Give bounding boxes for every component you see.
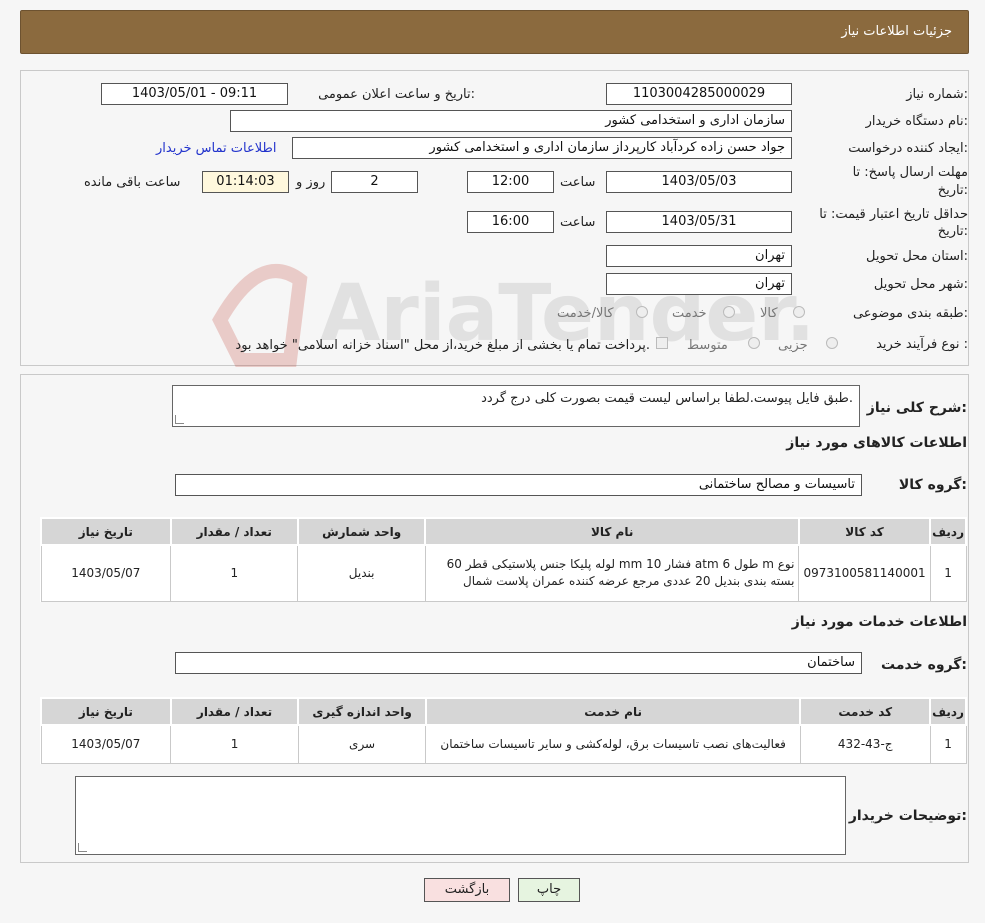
goods-col-row: ردیف [929, 517, 967, 546]
reply-deadline-label: مهلت ارسال پاسخ: تا [852, 165, 968, 180]
page-header: جزئیات اطلاعات نیاز [20, 10, 969, 54]
goods-group-field: تاسیسات و مصالح ساختمانی [175, 474, 862, 496]
validity-date-field: 1403/05/31 [606, 211, 792, 233]
services-group-field: ساختمان [175, 652, 862, 674]
treasury-checkbox[interactable] [656, 337, 668, 349]
goods-col-date: تاریخ نیاز [40, 517, 172, 546]
buyer-org-label: نام دستگاه خریدار: [865, 114, 968, 129]
services-col-name: نام خدمت [424, 697, 802, 726]
creator-label: ایجاد کننده درخواست: [848, 141, 968, 156]
purchase-option-minor: جزیی [778, 338, 808, 353]
description-text: طبق فایل پیوست.لطفا براساس لیست قیمت بصو… [481, 391, 853, 406]
table-row: 1403/05/07 1 سری فعالیت‌های نصب تاسیسات … [40, 724, 967, 764]
services-col-date: تاریخ نیاز [40, 697, 172, 726]
validity-time-field: 16:00 [467, 211, 554, 233]
purchase-option-medium: متوسط [687, 338, 728, 353]
category-option-goods-service: کالا/خدمت [557, 306, 614, 321]
buyer-contact-link[interactable]: اطلاعات تماس خریدار [156, 141, 276, 156]
services-col-unit: واحد اندازه گیری [297, 697, 427, 726]
province-field: تهران [606, 245, 792, 267]
days-label: روز و [296, 175, 326, 190]
goods-table: تاریخ نیاز تعداد / مقدار واحد شمارش نام … [40, 517, 967, 602]
need-number-label: شماره نیاز: [906, 87, 968, 102]
goods-row-cell: 1 [929, 544, 967, 602]
print-button[interactable]: چاپ [518, 878, 580, 902]
services-date-cell: 1403/05/07 [40, 724, 172, 764]
services-section-title: اطلاعات خدمات مورد نیاز [791, 614, 967, 630]
buyer-notes-label: توضیحات خریدار: [848, 808, 967, 824]
services-table: تاریخ نیاز تعداد / مقدار واحد اندازه گیر… [40, 697, 967, 764]
services-row-cell: 1 [929, 724, 967, 764]
services-unit-cell: سری [297, 724, 427, 764]
category-radio-service[interactable] [723, 306, 735, 318]
validity-time-label: ساعت [560, 215, 596, 230]
buyer-notes-textarea[interactable] [75, 776, 846, 855]
city-field: تهران [606, 273, 792, 295]
table-row: 1403/05/07 1 بندیل لوله پلیکا جنس پلاستی… [40, 544, 967, 602]
goods-col-unit: واحد شمارش [296, 517, 427, 546]
goods-col-name: نام کالا [424, 517, 800, 546]
goods-section-title: اطلاعات کالاهای مورد نیاز [786, 435, 967, 451]
remaining-time-field: 01:14:03 [202, 171, 289, 193]
purchase-radio-medium[interactable] [748, 337, 760, 349]
reply-time-label: ساعت [560, 175, 596, 190]
services-name-cell: فعالیت‌های نصب تاسیسات برق، لوله‌کشی و س… [425, 724, 801, 764]
page-title: جزئیات اطلاعات نیاز [841, 24, 952, 39]
city-label: شهر محل تحویل: [873, 277, 968, 292]
reply-date-field: 1403/05/03 [606, 171, 792, 193]
goods-qty-cell: 1 [170, 544, 299, 602]
category-option-service: خدمت [672, 306, 707, 321]
purchase-radio-minor[interactable] [826, 337, 838, 349]
resize-handle-icon[interactable] [175, 415, 184, 424]
services-col-code: کد خدمت [799, 697, 932, 726]
services-table-header: تاریخ نیاز تعداد / مقدار واحد اندازه گیر… [40, 697, 967, 726]
back-button[interactable]: بازگشت [424, 878, 510, 902]
goods-col-code: کد کالا [797, 517, 932, 546]
need-number-field: 1103004285000029 [606, 83, 792, 105]
days-field: 2 [331, 171, 418, 193]
goods-date-cell: 1403/05/07 [40, 544, 172, 602]
creator-field: جواد حسن زاده کردآباد کارپرداز سازمان اد… [292, 137, 792, 159]
goods-col-qty: تعداد / مقدار [169, 517, 299, 546]
goods-unit-cell: بندیل [297, 544, 426, 602]
category-label: طبقه بندی موضوعی: [852, 306, 968, 321]
description-textarea[interactable]: طبق فایل پیوست.لطفا براساس لیست قیمت بصو… [172, 385, 860, 427]
goods-name-cell: لوله پلیکا جنس پلاستیکی قطر 60 mm فشار 1… [424, 544, 800, 602]
remaining-time-label: ساعت باقی مانده [84, 175, 181, 190]
goods-group-label: گروه کالا: [898, 477, 967, 493]
resize-handle-icon[interactable] [78, 843, 87, 852]
reply-deadline-label-2: تاریخ: [937, 183, 968, 198]
reply-time-field: 12:00 [467, 171, 554, 193]
category-radio-goods[interactable] [793, 306, 805, 318]
announce-field: 1403/05/01 - 09:11 [101, 83, 288, 105]
services-qty-cell: 1 [170, 724, 299, 764]
services-code-cell: ج-43-432 [799, 724, 931, 764]
services-group-label: گروه خدمت: [881, 657, 967, 673]
goods-code-cell: 0973100581140001 [798, 544, 931, 602]
goods-table-header: تاریخ نیاز تعداد / مقدار واحد شمارش نام … [40, 517, 967, 546]
services-col-row: ردیف [929, 697, 967, 726]
category-option-goods: کالا [760, 306, 778, 321]
validity-label: حداقل تاریخ اعتبار قیمت: تا [819, 207, 968, 222]
province-label: استان محل تحویل: [866, 249, 968, 264]
validity-label-2: تاریخ: [937, 224, 968, 239]
purchase-note: پرداخت تمام یا بخشی از مبلغ خرید،از محل … [235, 338, 650, 353]
services-col-qty: تعداد / مقدار [169, 697, 300, 726]
description-label: شرح کلی نیاز: [866, 400, 967, 416]
announce-label: تاریخ و ساعت اعلان عمومی: [318, 87, 475, 102]
purchase-type-label: نوع فرآیند خرید : [876, 337, 968, 352]
category-radio-goods-service[interactable] [636, 306, 648, 318]
buyer-org-field: سازمان اداری و استخدامی کشور [230, 110, 792, 132]
